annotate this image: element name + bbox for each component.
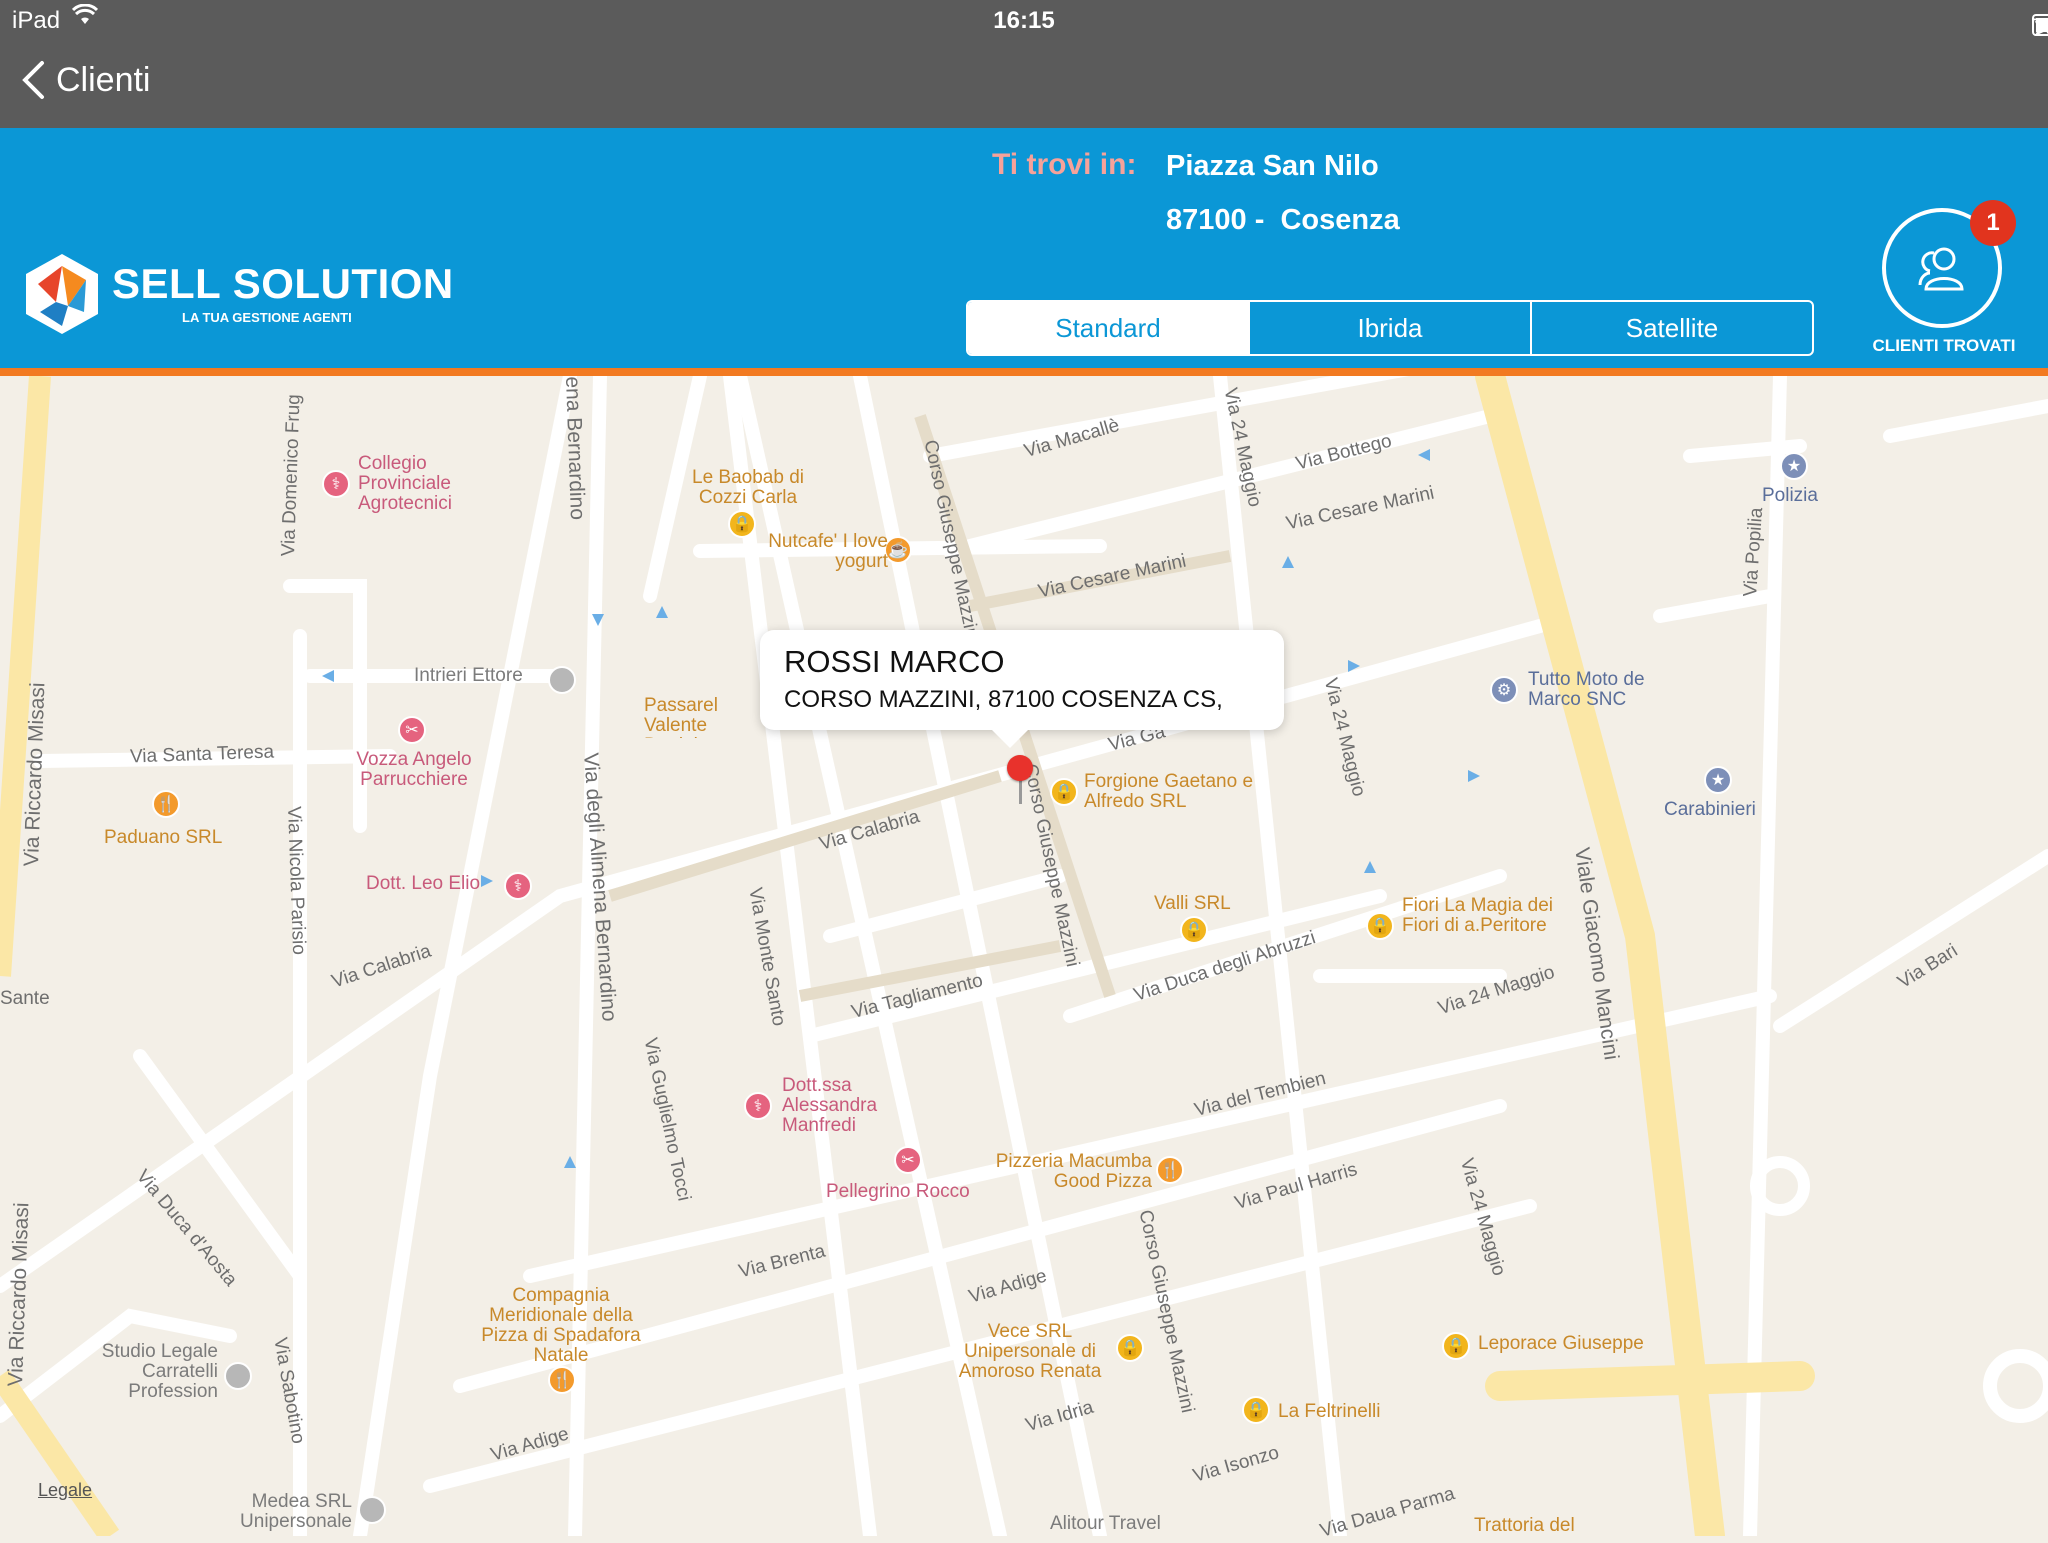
pin-stem (1019, 778, 1022, 804)
restaurant-icon[interactable]: 🍴 (548, 1366, 576, 1394)
map-type-satellite[interactable]: Satellite (1530, 302, 1812, 354)
street-label: ena Bernardino (561, 376, 590, 521)
client-callout[interactable]: ROSSI MARCO CORSO MAZZINI, 87100 COSENZA… (760, 630, 1284, 748)
poi-label: Polizia (1762, 485, 1818, 506)
poi-label: Paduano SRL (104, 827, 223, 848)
poi-label: Trattoria del (1474, 1515, 1575, 1536)
legal-link[interactable]: Legale (38, 1480, 92, 1501)
poi-label: Nutcafe' I love yogurt (768, 531, 888, 572)
stethoscope-icon[interactable]: ⚕ (504, 872, 532, 900)
shopping-bag-icon[interactable]: 🔒 (1366, 912, 1394, 940)
poi-label: Dott.ssa Alessandra Manfredi (782, 1075, 878, 1136)
poi-label: Passarel Valente Daniela (644, 696, 718, 738)
poi-label: Intrieri Ettore (414, 665, 523, 686)
clients-found-label: CLIENTI TROVATI (1872, 336, 2016, 355)
poi-label: Medea SRL Unipersonale (240, 1491, 352, 1532)
map-type-selector: Standard Ibrida Satellite (966, 300, 1814, 356)
map-type-ibrida[interactable]: Ibrida (1248, 302, 1530, 354)
back-button[interactable]: Clienti (20, 60, 150, 100)
poi-label: Pizzeria Macumba Good Pizza (995, 1151, 1152, 1192)
client-name: ROSSI MARCO (784, 644, 1005, 679)
stethoscope-icon[interactable]: ⚕ (744, 1092, 772, 1120)
poi-label: Alitour Travel (1050, 1513, 1161, 1534)
poi-label: Compagnia Meridionale della Pizza di Spa… (481, 1285, 641, 1366)
app-logo: SELL SOLUTION LA TUA GESTIONE AGENTI (22, 250, 454, 336)
poi-label: Fiori La Magia dei Fiori di a.Peritore (1402, 895, 1554, 936)
police-icon[interactable]: ★ (1704, 766, 1732, 794)
map-type-standard[interactable]: Standard (968, 302, 1248, 354)
poi-label: Carabinieri (1664, 799, 1756, 820)
dot-icon[interactable] (358, 1496, 386, 1524)
motorbike-icon[interactable]: ⚙ (1490, 676, 1518, 704)
restaurant-icon[interactable]: 🍴 (1156, 1156, 1184, 1184)
police-icon[interactable]: ★ (1780, 452, 1808, 480)
location-label: Ti trovi in: (992, 148, 1137, 181)
shopping-bag-icon[interactable]: 🔒 (1180, 916, 1208, 944)
scissors-icon[interactable]: ✂ (398, 716, 426, 744)
poi-label: Forgione Gaetano e Alfredo SRL (1084, 771, 1254, 812)
poi-label: Dott. Leo Elio (366, 873, 481, 894)
school-icon[interactable]: ⚕ (322, 470, 350, 498)
sell-solution-logo-icon (26, 254, 98, 334)
status-bar: iPad 16:15 ➤ 75% (0, 0, 2048, 42)
poi-label: Valli SRL (1154, 893, 1231, 914)
users-icon (1918, 247, 1964, 291)
header-divider (0, 368, 2048, 376)
restaurant-icon[interactable]: 🍴 (152, 790, 180, 818)
navigation-bar: Clienti (0, 40, 2048, 128)
street-label: Sante (0, 988, 50, 1009)
shopping-bag-icon[interactable]: 🔒 (1050, 778, 1078, 806)
scissors-icon[interactable]: ✂ (894, 1146, 922, 1174)
logo-title: SELL SOLUTION (112, 259, 454, 307)
cup-icon[interactable]: ☕ (884, 536, 912, 564)
poi-label: Collegio Provinciale Agrotecnici (358, 453, 452, 514)
client-pin-icon[interactable] (1007, 755, 1033, 781)
poi-label: Pellegrino Rocco (826, 1181, 970, 1202)
poi-label: Vozza Angelo Parrucchiere (356, 749, 472, 790)
poi-label: Tutto Moto de Marco SNC (1528, 669, 1645, 710)
location-street: Piazza San Nilo (1166, 150, 1379, 182)
logo-subtitle: LA TUA GESTIONE AGENTI (182, 309, 352, 325)
chevron-left-icon (22, 61, 44, 99)
poi-label: Leporace Giuseppe (1478, 1333, 1644, 1354)
shopping-bag-icon[interactable]: 🔒 (1242, 1396, 1270, 1424)
clock: 16:15 (993, 7, 1055, 34)
shopping-bag-icon[interactable]: 🔒 (1442, 1332, 1470, 1360)
poi-label: Le Baobab di Cozzi Carla (692, 467, 804, 508)
map-view[interactable]: Via Macallè Via Bottego Via Cesare Marin… (0, 376, 2048, 1542)
dot-icon[interactable] (224, 1362, 252, 1390)
dot-icon[interactable] (548, 666, 576, 694)
battery-fill (2036, 18, 2048, 32)
clients-count-badge: 1 (1970, 200, 2016, 246)
shopping-bag-icon[interactable]: 🔒 (728, 510, 756, 538)
poi-label: Vece SRL Unipersonale di Amoroso Renata (958, 1321, 1102, 1382)
shopping-bag-icon[interactable]: 🔒 (1116, 1334, 1144, 1362)
poi-label: La Feltrinelli (1278, 1401, 1381, 1422)
back-label: Clienti (56, 60, 151, 99)
poi-label: Studio Legale Carratelli Profession (101, 1341, 218, 1402)
location-city: 87100 - Cosenza (1166, 204, 1400, 236)
battery-icon (2032, 14, 2048, 36)
client-address: CORSO MAZZINI, 87100 COSENZA CS, (784, 686, 1223, 713)
